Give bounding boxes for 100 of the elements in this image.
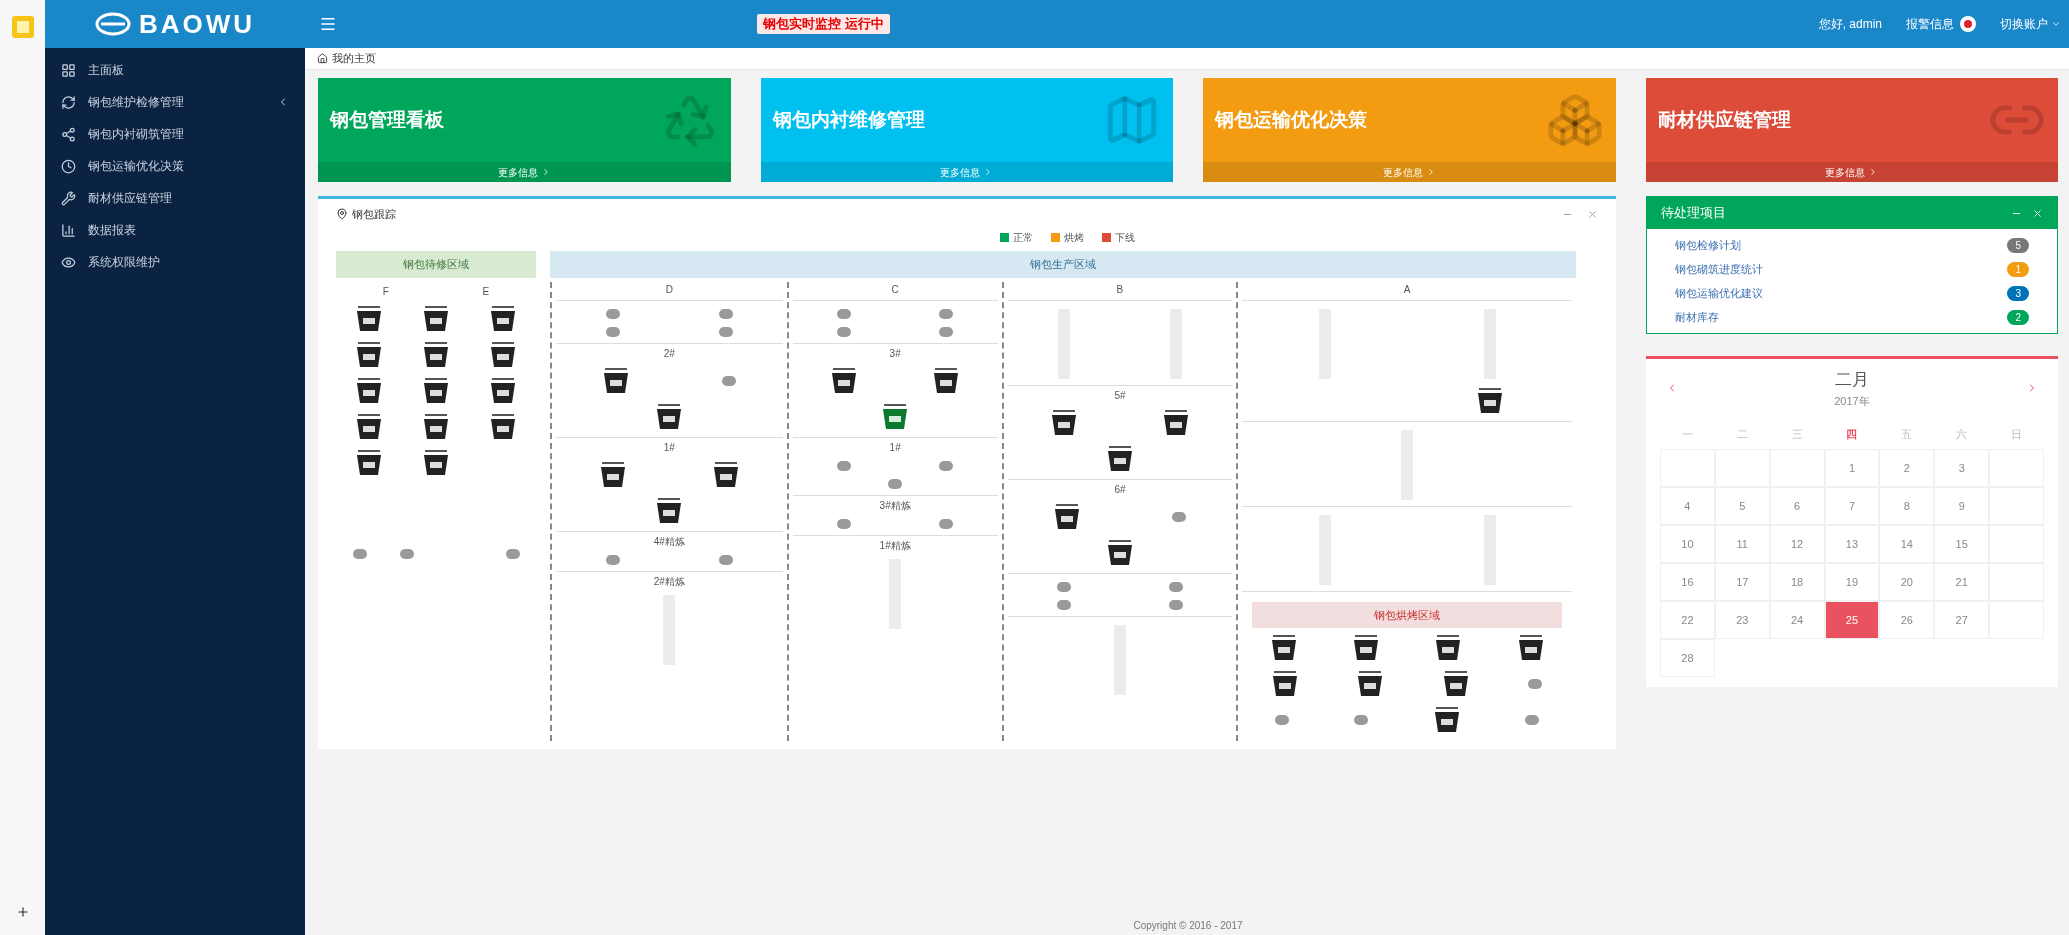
ladle-icon[interactable] [882,402,909,431]
ladle-icon[interactable] [933,366,960,395]
ladle-icon[interactable] [356,340,383,369]
ladle-icon[interactable] [713,460,740,489]
dashboard-card[interactable]: 钢包运输优化决策 更多信息 [1203,78,1616,182]
ladle-icon[interactable] [1106,538,1133,567]
ladle-icon[interactable] [1163,408,1190,437]
ladle-icon[interactable] [356,376,383,405]
calendar-day[interactable]: 24 [1769,601,1825,639]
ladle-icon[interactable] [1357,670,1384,698]
empty-slot-icon [719,326,734,337]
menu-icon[interactable] [319,15,337,33]
more-info-link[interactable]: 更多信息 [760,162,1173,182]
task-link[interactable]: 钢包砌筑进度统计 [1675,260,2008,278]
ladle-icon[interactable] [1272,670,1299,698]
task-link[interactable]: 钢包检修计划 [1675,236,2008,254]
bar-chart-icon [61,222,76,238]
count-badge: 5 [2007,237,2029,253]
ladle-icon[interactable] [356,304,383,333]
calendar-day[interactable]: 26 [1879,601,1935,639]
ladle-icon[interactable] [489,304,516,333]
calendar-day[interactable]: 25 [1824,601,1880,639]
ladle-icon[interactable] [1517,634,1544,662]
sidebar-item[interactable]: 耐材供应链管理 [45,182,305,214]
calendar-day[interactable]: 1 [1824,449,1880,487]
more-info-link[interactable]: 更多信息 [318,162,731,182]
calendar-day[interactable]: 6 [1769,487,1825,525]
calendar-day[interactable]: 9 [1934,487,1990,525]
empty-slot-icon [1525,715,1540,725]
calendar-day[interactable]: 13 [1824,525,1880,563]
close-icon[interactable] [1587,208,1598,220]
user-greeting[interactable]: 您好, admin [1818,15,1882,33]
weekday-label: 六 [1955,426,1969,442]
calendar-day[interactable]: 8 [1879,487,1935,525]
dashboard-card[interactable]: 钢包管理看板 更多信息 [318,78,731,182]
ladle-icon[interactable] [1433,706,1460,734]
calendar-day[interactable]: 28 [1660,639,1715,677]
ladle-icon[interactable] [1352,634,1379,662]
calendar-day[interactable]: 15 [1934,525,1990,563]
ladle-icon[interactable] [489,376,516,405]
sidebar-item[interactable]: 系统权限维护 [45,246,305,278]
sidebar-item[interactable]: 钢包内衬砌筑管理 [45,118,305,150]
ladle-icon[interactable] [356,448,383,477]
sidebar-item[interactable]: 钢包维护检修管理 [45,86,305,118]
calendar-day[interactable]: 22 [1660,601,1715,639]
ladle-icon[interactable] [599,460,626,489]
ladle-icon[interactable] [356,412,383,441]
calendar-day[interactable]: 16 [1660,563,1715,601]
ladle-icon[interactable] [1442,670,1469,698]
ladle-icon[interactable] [1270,634,1297,662]
task-link[interactable]: 钢包运输优化建议 [1675,284,2008,302]
ladle-icon[interactable] [602,366,629,395]
calendar-day[interactable]: 18 [1769,563,1825,601]
ladle-icon[interactable] [1435,634,1462,662]
close-icon[interactable] [2032,207,2043,219]
ladle-icon[interactable] [423,376,449,405]
calendar-day[interactable]: 21 [1934,563,1990,601]
more-info-link[interactable]: 更多信息 [1203,162,1616,182]
task-link[interactable]: 耐材库存 [1675,308,2008,326]
calendar-day[interactable]: 12 [1769,525,1825,563]
ladle-icon[interactable] [423,448,449,477]
column-label: E [482,284,490,299]
ladle-icon[interactable] [489,340,516,369]
calendar-day[interactable]: 19 [1824,563,1880,601]
calendar-day[interactable]: 7 [1824,487,1880,525]
calendar-day[interactable]: 10 [1660,525,1715,563]
ladle-icon[interactable] [1476,386,1503,415]
calendar-day[interactable]: 27 [1934,601,1990,639]
dashboard-card[interactable]: 耐材供应链管理 更多信息 [1645,78,2058,182]
calendar-day[interactable]: 20 [1879,563,1935,601]
calendar-day[interactable]: 2 [1879,449,1935,487]
ladle-icon[interactable] [1106,444,1133,473]
calendar-day[interactable]: 4 [1660,487,1715,525]
calendar-day[interactable]: 23 [1714,601,1770,639]
zone-header: 钢包生产区域 [550,251,1576,278]
ladle-icon[interactable] [489,412,516,441]
add-icon[interactable] [15,905,30,919]
calendar-day[interactable]: 17 [1714,563,1770,601]
calendar-day[interactable]: 11 [1714,525,1770,563]
account-menu[interactable]: 切换账户 [2000,15,2061,33]
ladle-icon[interactable] [1053,502,1080,531]
ladle-icon[interactable] [656,402,683,431]
breadcrumb-link[interactable]: 我的主页 [332,50,376,67]
calendar-day[interactable]: 14 [1879,525,1935,563]
zone-header: 钢包待修区域 [336,251,536,278]
dashboard-card[interactable]: 钢包内衬维修管理 更多信息 [760,78,1173,182]
ladle-icon[interactable] [1050,408,1077,437]
calendar-day[interactable]: 3 [1934,449,1990,487]
sidebar-item[interactable]: 数据报表 [45,214,305,246]
sidebar-item[interactable]: 钢包运输优化决策 [45,150,305,182]
ladle-icon[interactable] [656,496,683,525]
ladle-icon[interactable] [423,412,449,441]
alerts-link[interactable]: 报警信息 [1906,15,1976,33]
count-badge: 3 [2007,285,2029,301]
ladle-icon[interactable] [423,340,449,369]
more-info-link[interactable]: 更多信息 [1645,162,2058,182]
ladle-icon[interactable] [830,366,857,395]
calendar-day[interactable]: 5 [1714,487,1770,525]
ladle-icon[interactable] [423,304,449,333]
sidebar-item[interactable]: 主面板 [45,54,305,86]
